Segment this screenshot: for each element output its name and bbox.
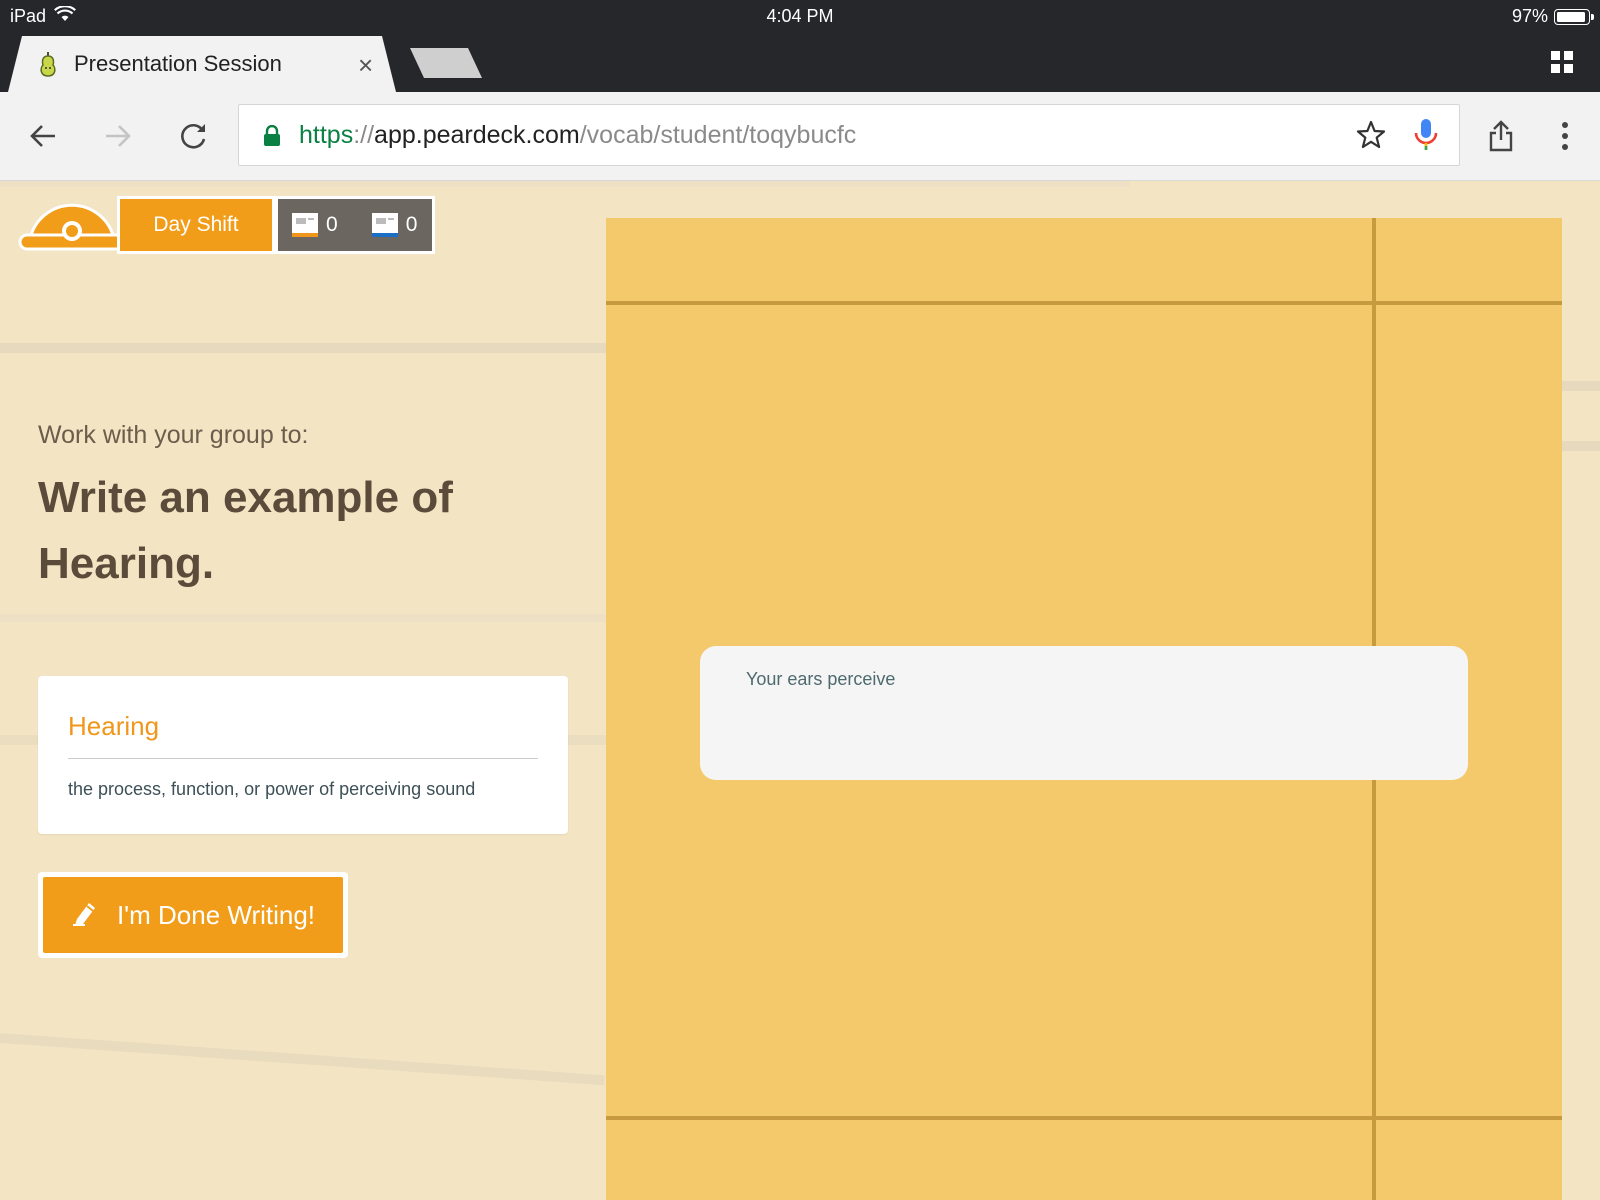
divider (68, 758, 538, 759)
session-badge: Day Shift 0 0 (18, 189, 432, 255)
battery-percent: 97% (1511, 6, 1548, 26)
url-separator: :// (353, 121, 375, 149)
background-stripe (0, 343, 606, 353)
done-writing-label: I'm Done Writing! (116, 899, 316, 930)
back-arrow-icon[interactable] (21, 114, 65, 158)
background-stripe (0, 1033, 605, 1086)
bookmark-star-icon[interactable] (1355, 119, 1387, 156)
new-tab-button[interactable] (410, 48, 482, 78)
definition-card: Hearing the process, function, or power … (38, 676, 568, 834)
battery-icon (1554, 8, 1594, 25)
url-host: app.peardeck.com (374, 121, 580, 149)
url-text: https://app.peardeck.com/vocab/student/t… (299, 121, 856, 150)
background-stripe (1562, 441, 1600, 451)
url-scheme: https (299, 121, 354, 149)
done-writing-button[interactable]: I'm Done Writing! (38, 872, 348, 958)
prompt-label: Work with your group to: (38, 421, 309, 449)
forward-arrow-icon[interactable] (96, 114, 140, 158)
board-grid-line (606, 301, 1562, 305)
status-time: 4:04 PM (766, 6, 834, 26)
url-path: /vocab/student/toqybucfc (579, 121, 857, 149)
shift-label: Day Shift (120, 199, 272, 251)
board-grid-line (606, 1116, 1562, 1120)
background-stripe (0, 614, 606, 622)
background-stripe (1562, 381, 1600, 391)
hard-hat-icon (18, 189, 128, 260)
vocab-definition: the process, function, or power of perce… (68, 779, 476, 799)
prompt-title: Write an example of Hearing. (38, 473, 453, 588)
overflow-menu-icon[interactable] (1543, 114, 1587, 158)
peardeck-page: Day Shift 0 0 Work with your group to: W… (0, 181, 1600, 1200)
tab-close-icon[interactable]: × (358, 50, 373, 81)
done-writing-button-face[interactable]: I'm Done Writing! (43, 877, 343, 953)
secure-lock-icon (263, 124, 281, 152)
tab-title: Presentation Session (74, 51, 282, 76)
share-icon[interactable] (1479, 114, 1523, 158)
browser-toolbar: https://app.peardeck.com/vocab/student/t… (0, 92, 1600, 181)
answer-text: Your ears perceive (746, 669, 896, 689)
card-count-a: 0 (326, 213, 338, 236)
vocab-word: Hearing (68, 711, 160, 741)
answer-board: Your ears perceive (606, 218, 1562, 1200)
card-count-b: 0 (405, 213, 418, 236)
pear-favicon-icon (38, 50, 58, 83)
address-bar[interactable]: https://app.peardeck.com/vocab/student/t… (238, 104, 1460, 166)
card-count-b-icon (371, 213, 398, 237)
browser-top-bar: iPad 4:04 PM 97% Presentation Session × (0, 0, 1600, 92)
answer-input[interactable]: Your ears perceive (700, 646, 1468, 780)
reload-icon[interactable] (172, 114, 216, 158)
microphone-icon[interactable] (1413, 117, 1439, 158)
ios-status-bar: iPad 4:04 PM 97% (0, 0, 1600, 32)
tab-switcher-icon[interactable] (1550, 50, 1574, 74)
card-count-a-icon (292, 213, 318, 237)
background-stripe (0, 181, 1130, 187)
pencil-icon (71, 897, 101, 934)
browser-tab-active[interactable]: Presentation Session × (8, 36, 396, 92)
card-counts: 0 0 (278, 199, 432, 251)
